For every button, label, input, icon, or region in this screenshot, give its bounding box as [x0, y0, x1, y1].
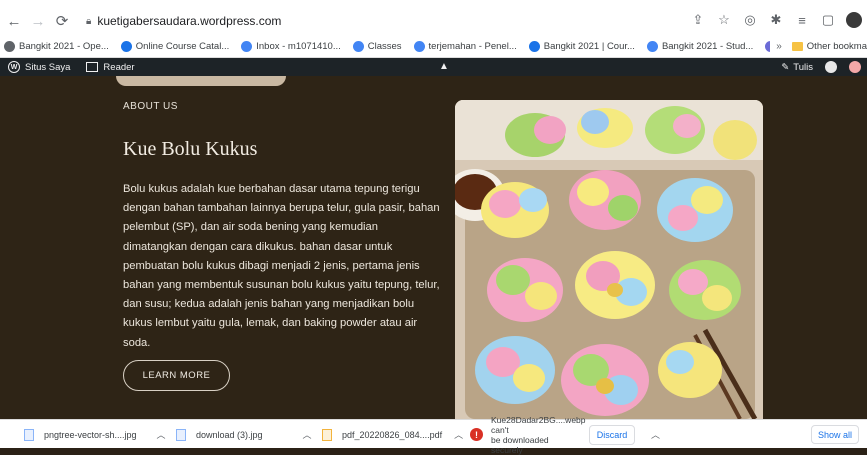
image-file-icon	[176, 428, 186, 441]
folder-icon	[791, 41, 803, 51]
bookmark-item[interactable]: Bangkit 2021 - Ope...	[4, 40, 109, 52]
download-warning-item: ! Kue28Dadar2BG....webp can't be downloa…	[470, 415, 660, 455]
about-paragraph: Bolu kukus adalah kue berbahan dasar uta…	[123, 183, 440, 349]
download-item[interactable]: pngtree-vector-sh....jpg ︿	[24, 420, 166, 449]
extensions-icon[interactable]: ✱	[767, 11, 785, 29]
my-site-link[interactable]: W Situs Saya	[8, 61, 70, 73]
bookmark-label: terjemahan - Penel...	[428, 40, 517, 52]
download-item[interactable]: pdf_20220826_084....pdf ︿	[322, 420, 463, 449]
share-icon[interactable]: ⇪	[689, 11, 707, 29]
bolu-kukus-photo	[455, 100, 763, 419]
bookmark-label: Online Course Catal...	[135, 40, 230, 52]
error-icon: !	[470, 428, 483, 441]
chevron-up-icon[interactable]: ︿	[303, 428, 312, 441]
bookmarks-bar: Bangkit 2021 - Ope... Online Course Catal…	[0, 35, 867, 57]
chrome-icon	[528, 40, 540, 52]
window-icon[interactable]: ▢	[819, 11, 837, 29]
image-file-icon	[24, 428, 34, 441]
lock-icon: 🔒︎	[86, 15, 92, 27]
chevron-up-icon[interactable]: ︿	[651, 428, 660, 441]
discard-button[interactable]: Discard	[589, 424, 635, 445]
notifications-icon[interactable]	[849, 61, 861, 73]
doc-icon	[646, 40, 658, 52]
bookmarks-overflow: » Other bookma	[770, 35, 867, 57]
pencil-icon: ✎	[781, 61, 790, 73]
reader-icon	[86, 62, 99, 72]
downloads-bar: pngtree-vector-sh....jpg ︿ download (3).…	[0, 415, 867, 455]
other-bookmarks[interactable]: Other bookma	[791, 41, 867, 52]
reader-link[interactable]: Reader	[86, 62, 135, 73]
reading-list-icon[interactable]: ≡	[793, 11, 811, 29]
download-item[interactable]: download (3).jpg ︿	[176, 420, 312, 449]
wordpress-icon: W	[8, 61, 20, 73]
star-icon[interactable]: ☆	[715, 11, 733, 29]
browser-toolbar: ← → ⟳ 🔒︎ kuetigabersaudara.wordpress.com…	[0, 0, 867, 58]
globe-icon	[4, 40, 15, 52]
reload-icon[interactable]: ⟳	[52, 11, 72, 31]
download-warning-text: Kue28Dadar2BG....webp can't be downloade…	[491, 414, 586, 455]
bookmark-label: Bangkit 2021 - Stud...	[661, 40, 754, 52]
chevron-up-icon[interactable]: ︿	[157, 428, 166, 441]
collapse-icon[interactable]: ▲	[439, 61, 449, 72]
bookmark-item[interactable]: terjemahan - Penel...	[413, 40, 517, 52]
bookmark-item[interactable]: Classes	[352, 40, 402, 52]
bookmark-item[interactable]: Inbox - m1071410...	[241, 40, 341, 52]
bookmark-label: Bangkit 2021 | Cour...	[543, 40, 635, 52]
page-title: Kue Bolu Kukus	[123, 138, 258, 160]
about-section: ABOUT US Kue Bolu Kukus Bolu kukus adala…	[0, 76, 867, 419]
bookmark-label: Inbox - m1071410...	[256, 40, 341, 52]
profile-avatar[interactable]	[845, 11, 863, 29]
previous-image-edge	[116, 76, 286, 86]
bookmark-label: Bangkit 2021 - Ope...	[19, 40, 109, 52]
wp-admin-bar: W Situs Saya Reader ▲ ✎ Tulis	[0, 58, 867, 76]
forward-arrow-icon[interactable]: →	[28, 11, 48, 31]
google-icon	[413, 40, 425, 52]
chevron-right-icon[interactable]: »	[776, 41, 782, 52]
pdf-file-icon	[322, 428, 332, 441]
chevron-up-icon[interactable]: ︿	[454, 428, 463, 441]
user-avatar[interactable]	[825, 61, 837, 73]
cake-photo-illustration	[455, 100, 763, 419]
write-button[interactable]: ✎ Tulis	[781, 62, 813, 73]
address-row: ← → ⟳ 🔒︎ kuetigabersaudara.wordpress.com…	[0, 8, 867, 34]
chrome-icon	[120, 40, 132, 52]
browser-actions: ⇪ ☆ ◎ ✱ ≡ ▢	[689, 11, 863, 29]
bookmark-item[interactable]: Bangkit 2021 | Cour...	[528, 40, 635, 52]
url-text: kuetigabersaudara.wordpress.com	[97, 14, 282, 28]
back-arrow-icon[interactable]: ←	[4, 11, 24, 31]
bookmark-label: Classes	[367, 40, 402, 52]
bookmark-item[interactable]: Online Course Catal...	[120, 40, 230, 52]
show-all-button[interactable]: Show all	[811, 425, 859, 444]
wp-bar-actions: ✎ Tulis	[781, 59, 861, 75]
camera-icon[interactable]: ◎	[741, 11, 759, 29]
google-icon	[241, 40, 253, 52]
learn-more-button[interactable]: LEARN MORE	[123, 360, 230, 391]
bookmark-item[interactable]: Bangkit 2021 - Stud...	[646, 40, 754, 52]
google-icon	[352, 40, 364, 52]
section-label: ABOUT US	[123, 101, 178, 112]
